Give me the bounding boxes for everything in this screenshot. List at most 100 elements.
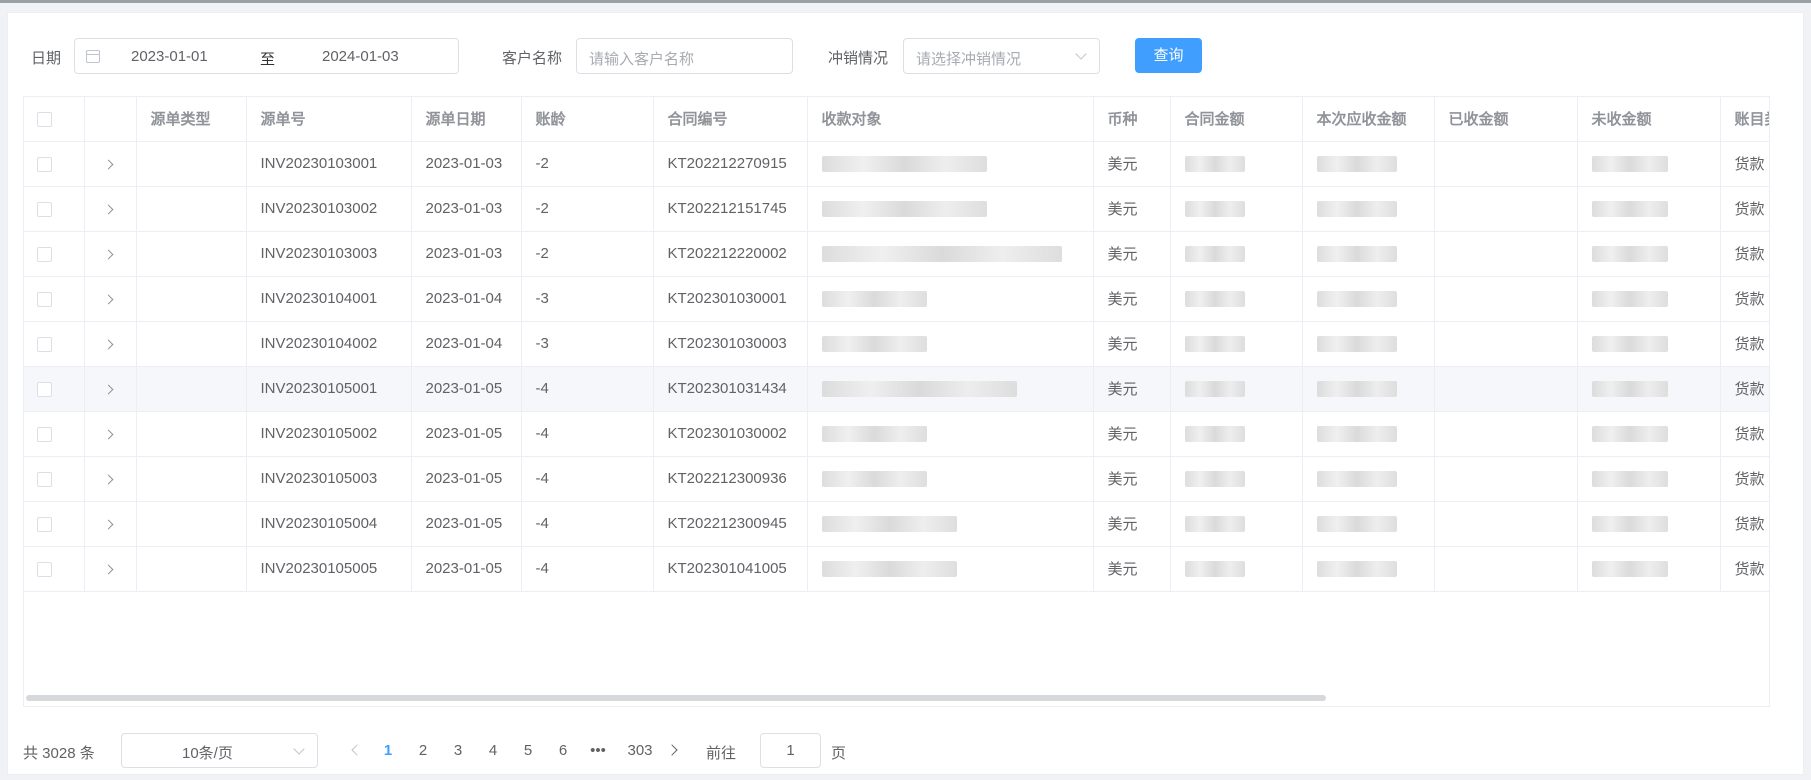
chevron-right-icon[interactable] (103, 339, 113, 349)
cell-outstanding-amount (1577, 276, 1721, 322)
table-row[interactable]: INV20230105002 2023-01-05 -4 KT202301030002… (24, 411, 1769, 457)
page-2[interactable]: 2 (408, 742, 438, 759)
page-1[interactable]: 1 (373, 742, 403, 759)
cell-account-type: 货款 (1720, 501, 1769, 547)
header-source-no[interactable]: 源单号 (246, 97, 412, 142)
select-all-checkbox[interactable] (37, 111, 52, 127)
chevron-right-icon[interactable] (103, 204, 113, 214)
row-checkbox-cell[interactable] (24, 411, 85, 457)
chevron-right-icon[interactable] (103, 294, 113, 304)
redacted-amount (1591, 381, 1668, 398)
expand-cell[interactable] (84, 186, 137, 232)
date-end[interactable]: 2024-01-03 (322, 48, 399, 65)
cell-contract-amount (1170, 231, 1303, 277)
page-more[interactable]: ••• (583, 742, 613, 759)
row-checkbox[interactable] (37, 426, 52, 442)
row-checkbox[interactable] (37, 471, 52, 487)
redacted-amount (1316, 561, 1397, 578)
row-checkbox-cell[interactable] (24, 141, 85, 187)
row-checkbox-cell[interactable] (24, 186, 85, 232)
page-size-select[interactable]: 10条/页 (121, 733, 318, 768)
goto-page-input[interactable]: 1 (760, 733, 821, 768)
page-5[interactable]: 5 (513, 742, 543, 759)
query-button[interactable]: 查询 (1135, 38, 1202, 73)
table-row[interactable]: INV20230104001 2023-01-04 -3 KT202301030001… (24, 276, 1769, 322)
expand-cell[interactable] (84, 366, 137, 412)
header-contract-no[interactable]: 合同编号 (653, 97, 808, 142)
page-3[interactable]: 3 (443, 742, 473, 759)
page-303[interactable]: 303 (620, 742, 660, 759)
expand-cell[interactable] (84, 321, 137, 367)
table-row[interactable]: INV20230105003 2023-01-05 -4 KT202212300936… (24, 456, 1769, 502)
chevron-right-icon[interactable] (103, 519, 113, 529)
date-range-picker[interactable]: 2023-01-01 至 2024-01-03 (74, 38, 459, 74)
page-4[interactable]: 4 (478, 742, 508, 759)
table-row[interactable]: INV20230104002 2023-01-04 -3 KT202301030003… (24, 321, 1769, 367)
table-row[interactable]: INV20230105005 2023-01-05 -4 KT202301041005… (24, 546, 1769, 592)
cell-currency: 美元 (1093, 186, 1171, 232)
header-aging[interactable]: 账龄 (521, 97, 654, 142)
redacted-amount (1184, 381, 1245, 398)
header-payer[interactable]: 收款对象 (807, 97, 1094, 142)
cell-receivable-amount (1302, 141, 1435, 187)
row-checkbox-cell[interactable] (24, 321, 85, 367)
select-all-checkbox-cell[interactable] (24, 97, 85, 142)
header-received-amount[interactable]: 已收金额 (1434, 97, 1578, 142)
expand-cell[interactable] (84, 411, 137, 457)
redacted-amount (1591, 336, 1668, 353)
row-checkbox-cell[interactable] (24, 276, 85, 322)
expand-cell[interactable] (84, 231, 137, 277)
chevron-right-icon[interactable] (103, 384, 113, 394)
header-outstanding-amount[interactable]: 未收金额 (1577, 97, 1721, 142)
header-account-type[interactable]: 账目类 (1720, 97, 1769, 142)
expand-cell[interactable] (84, 456, 137, 502)
chevron-right-icon[interactable] (103, 564, 113, 574)
row-checkbox-cell[interactable] (24, 366, 85, 412)
expand-cell[interactable] (84, 276, 137, 322)
row-checkbox[interactable] (37, 336, 52, 352)
chevron-right-icon[interactable] (103, 159, 113, 169)
table-row[interactable]: INV20230103003 2023-01-03 -2 KT202212220002… (24, 231, 1769, 277)
redacted-amount (1591, 156, 1668, 173)
writeoff-select[interactable]: 请选择冲销情况 (903, 38, 1100, 74)
customer-name-input[interactable]: 请输入客户名称 (576, 38, 793, 74)
table-row[interactable]: INV20230105001 2023-01-05 -4 KT202301031434… (24, 366, 1769, 412)
header-source-type[interactable]: 源单类型 (136, 97, 247, 142)
row-checkbox[interactable] (37, 291, 52, 307)
chevron-right-icon[interactable] (103, 249, 113, 259)
top-divider (0, 0, 1811, 3)
date-start[interactable]: 2023-01-01 (131, 48, 208, 65)
redacted-payer (821, 336, 927, 353)
cell-source-type (136, 276, 247, 322)
table-row[interactable]: INV20230103001 2023-01-03 -2 KT202212270915… (24, 141, 1769, 187)
row-checkbox-cell[interactable] (24, 546, 85, 592)
header-contract-amount[interactable]: 合同金额 (1170, 97, 1303, 142)
row-checkbox[interactable] (37, 156, 52, 172)
chevron-right-icon[interactable] (103, 474, 113, 484)
row-checkbox[interactable] (37, 561, 52, 577)
row-checkbox[interactable] (37, 516, 52, 532)
expand-cell[interactable] (84, 501, 137, 547)
cell-source-date: 2023-01-03 (411, 231, 522, 277)
cell-received-amount (1434, 321, 1578, 367)
horizontal-scrollbar[interactable] (26, 695, 1326, 701)
row-checkbox[interactable] (37, 381, 52, 397)
prev-page-icon[interactable] (351, 744, 363, 756)
table-row[interactable]: INV20230105004 2023-01-05 -4 KT202212300945… (24, 501, 1769, 547)
row-checkbox-cell[interactable] (24, 456, 85, 502)
cell-contract-amount (1170, 321, 1303, 367)
row-checkbox-cell[interactable] (24, 231, 85, 277)
table-row[interactable]: INV20230103002 2023-01-03 -2 KT202212151745… (24, 186, 1769, 232)
redacted-amount (1591, 561, 1668, 578)
expand-cell[interactable] (84, 546, 137, 592)
row-checkbox[interactable] (37, 246, 52, 262)
next-page-icon[interactable] (666, 744, 678, 756)
row-checkbox[interactable] (37, 201, 52, 217)
expand-cell[interactable] (84, 141, 137, 187)
page-6[interactable]: 6 (548, 742, 578, 759)
chevron-right-icon[interactable] (103, 429, 113, 439)
header-currency[interactable]: 币种 (1093, 97, 1171, 142)
row-checkbox-cell[interactable] (24, 501, 85, 547)
header-source-date[interactable]: 源单日期 (411, 97, 522, 142)
header-receivable-amount[interactable]: 本次应收金额 (1302, 97, 1435, 142)
